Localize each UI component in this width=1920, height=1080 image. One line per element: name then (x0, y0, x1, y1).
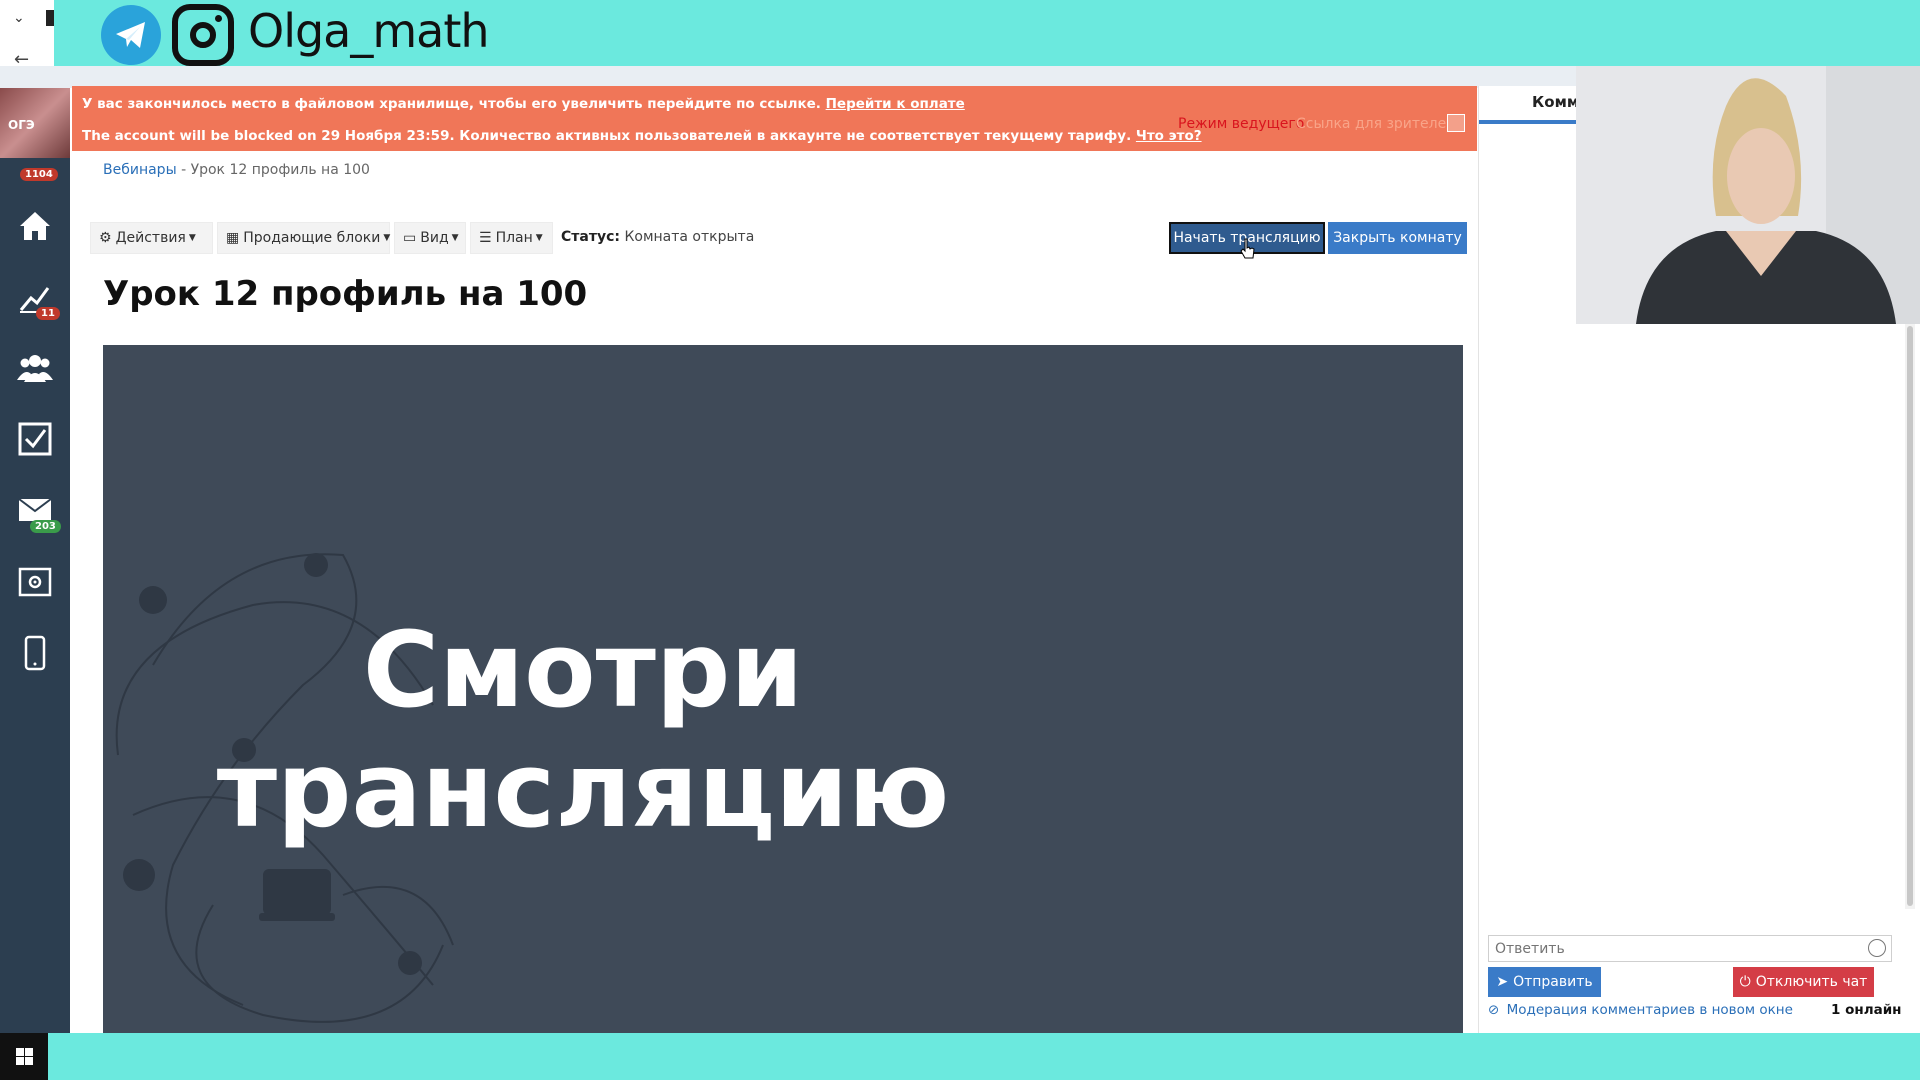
breadcrumb-separator: - (176, 162, 191, 178)
breadcrumb-current: Урок 12 профиль на 100 (190, 162, 370, 178)
browser-address-bar (0, 66, 1580, 88)
list-icon: ☰ (479, 230, 492, 246)
account-notice: У вас закончилось место в файловом храни… (72, 86, 1477, 151)
view-dropdown[interactable]: ▭ Вид ▼ (394, 222, 466, 254)
status-label: Статус: (561, 229, 620, 245)
settings-icon[interactable] (17, 564, 53, 600)
streamer-banner: ⌄ Olga_math (0, 0, 1920, 66)
viewer-link[interactable]: Ссылка для зрителей (1296, 116, 1455, 132)
breadcrumb-webinars[interactable]: Вебинары (103, 162, 177, 178)
caret-down-icon: ▼ (383, 233, 391, 243)
telegram-icon (101, 5, 161, 65)
room-status: Статус: Комната открыта (561, 229, 754, 245)
home-icon[interactable] (17, 208, 53, 244)
reply-input[interactable] (1488, 935, 1892, 962)
caret-down-icon: ▼ (535, 233, 543, 243)
block-notice: The account will be blocked on 29 Ноября… (82, 128, 1202, 144)
moderation-link[interactable]: ⊘ Модерация комментариев в новом окне (1488, 1002, 1793, 1018)
placeholder-line1: Смотри (362, 609, 804, 731)
mail-badge: 203 (30, 520, 61, 533)
actions-label: Действия (115, 230, 186, 246)
app-sidebar: ОГЭ 1104 11 203 (0, 88, 70, 1033)
mobile-icon[interactable] (17, 635, 53, 671)
block-notice-text: The account will be blocked on 29 Ноября… (82, 128, 1132, 144)
stats-badge: 11 (36, 307, 60, 320)
pay-link[interactable]: Перейти к оплате (826, 96, 965, 112)
avatar-text: ОГЭ (8, 118, 35, 132)
emoji-icon[interactable] (1868, 939, 1886, 957)
status-value: Комната открыта (624, 229, 755, 245)
plan-dropdown[interactable]: ☰ План ▼ (470, 222, 553, 254)
online-count: 1 онлайн (1831, 1002, 1902, 1018)
presenter-mode: Режим ведущего (1178, 116, 1305, 132)
grid-icon: ▦ (226, 230, 240, 246)
send-label: Отправить (1513, 974, 1593, 990)
bottom-banner (0, 1033, 1920, 1080)
paper-plane-icon: ➤ (1496, 974, 1509, 990)
monitor-icon: ▭ (403, 230, 417, 246)
avatar[interactable]: ОГЭ (0, 88, 70, 158)
close-room-button[interactable]: Закрыть комнату (1328, 222, 1467, 254)
power-icon: ⏻ (1739, 974, 1751, 990)
windows-start-button[interactable] (0, 1033, 48, 1080)
gear-icon: ⚙ (99, 230, 112, 246)
view-label: Вид (420, 230, 449, 246)
copy-icon[interactable] (1447, 114, 1465, 132)
chevron-down-icon[interactable]: ⌄ (13, 10, 25, 26)
breadcrumb: Вебинары - Урок 12 профиль на 100 (103, 162, 370, 178)
disable-chat-button[interactable]: ⏻ Отключить чат (1733, 967, 1874, 997)
send-button[interactable]: ➤ Отправить (1488, 967, 1601, 997)
back-arrow-icon[interactable]: ← (14, 49, 29, 70)
broadcast-placeholder-text: Смотри трансляцию (103, 610, 1063, 850)
presenter-video (1576, 66, 1920, 324)
plan-label: План (495, 230, 533, 246)
scrollbar-thumb[interactable] (1907, 326, 1913, 906)
moderation-label: Модерация комментариев в новом окне (1506, 1002, 1793, 1018)
actions-dropdown[interactable]: ⚙ Действия ▼ (90, 222, 213, 254)
storage-notice: У вас закончилось место в файловом храни… (82, 96, 965, 112)
tab-active-indicator (1479, 120, 1579, 124)
storage-notice-text: У вас закончилось место в файловом храни… (82, 96, 821, 112)
instagram-icon (172, 4, 234, 66)
brand-name: Olga_math (248, 4, 490, 58)
webcam-overlay (1576, 66, 1920, 324)
tasks-icon[interactable] (17, 421, 53, 457)
caret-down-icon: ▼ (451, 233, 459, 243)
chat-scrollbar[interactable] (1905, 324, 1915, 909)
ban-icon: ⊘ (1488, 1002, 1500, 1018)
broadcast-player[interactable]: Смотри трансляцию (103, 345, 1463, 1033)
selling-blocks-label: Продающие блоки (243, 230, 381, 246)
placeholder-line2: трансляцию (216, 729, 950, 851)
tab-fragment (46, 10, 54, 26)
windows-logo-icon (16, 1048, 33, 1065)
caret-down-icon: ▼ (188, 233, 196, 243)
mouse-cursor-icon (1240, 238, 1255, 259)
users-icon[interactable] (17, 350, 53, 386)
page-title: Урок 12 профиль на 100 (103, 274, 588, 314)
notification-badge: 1104 (20, 168, 58, 181)
selling-blocks-dropdown[interactable]: ▦ Продающие блоки ▼ (217, 222, 390, 254)
disable-chat-label: Отключить чат (1755, 974, 1868, 990)
